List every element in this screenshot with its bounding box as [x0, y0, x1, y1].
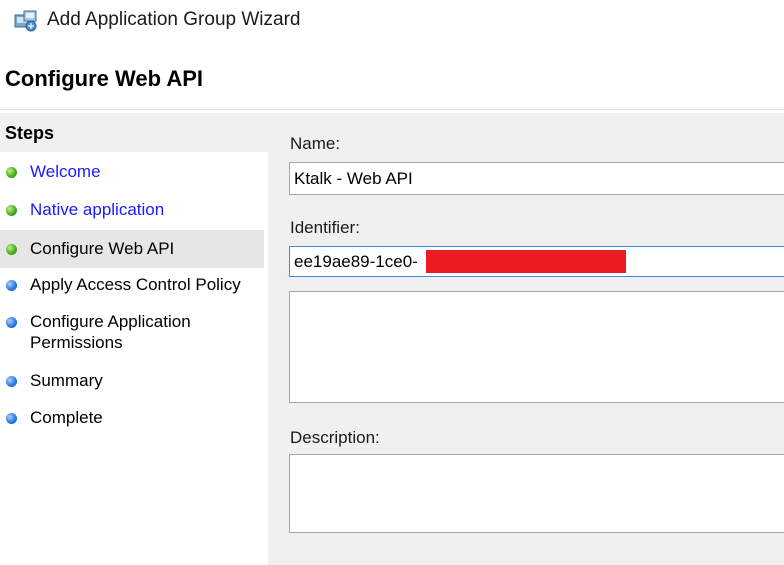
steps-header-label: Steps: [5, 123, 55, 143]
page-title: Configure Web API: [5, 66, 203, 91]
pending-status-icon: [6, 376, 17, 387]
identifier-list[interactable]: [289, 291, 784, 403]
steps-panel: Steps Welcome Native application Configu…: [0, 113, 268, 565]
complete-status-icon: [6, 167, 17, 178]
step-summary: Summary: [0, 369, 264, 393]
description-input[interactable]: [289, 454, 784, 533]
complete-status-icon: [6, 205, 17, 216]
step-apply-access-control-policy: Apply Access Control Policy: [0, 273, 264, 297]
step-label[interactable]: Welcome: [30, 161, 101, 182]
step-label: Configure Application Permissions: [30, 312, 191, 352]
pending-status-icon: [6, 317, 17, 328]
step-label: Configure Web API: [30, 239, 175, 258]
name-label: Name:: [290, 134, 341, 153]
step-complete: Complete: [0, 406, 264, 430]
name-input[interactable]: [289, 162, 784, 195]
step-label[interactable]: Native application: [30, 199, 164, 220]
pending-status-icon: [6, 413, 17, 424]
header-divider: [0, 109, 784, 110]
step-welcome[interactable]: Welcome: [0, 160, 264, 184]
application-group-icon: [14, 10, 37, 32]
window-title: Add Application Group Wizard: [47, 9, 301, 30]
step-label: Apply Access Control Policy: [30, 275, 241, 294]
step-label: Complete: [30, 408, 103, 427]
step-configure-web-api: Configure Web API: [0, 230, 264, 268]
step-native-application[interactable]: Native application: [0, 198, 264, 222]
content-panel: Name: Identifier: Description:: [273, 113, 784, 565]
step-configure-application-permissions: Configure Application Permissions: [0, 310, 264, 354]
pending-status-icon: [6, 280, 17, 291]
redaction-bar: [426, 250, 626, 273]
complete-status-icon: [6, 244, 17, 255]
step-label: Summary: [30, 371, 103, 390]
title-bar: Add Application Group Wizard: [0, 0, 784, 44]
steps-header: Steps: [0, 113, 268, 152]
identifier-label: Identifier:: [290, 218, 360, 237]
description-label: Description:: [290, 428, 380, 447]
